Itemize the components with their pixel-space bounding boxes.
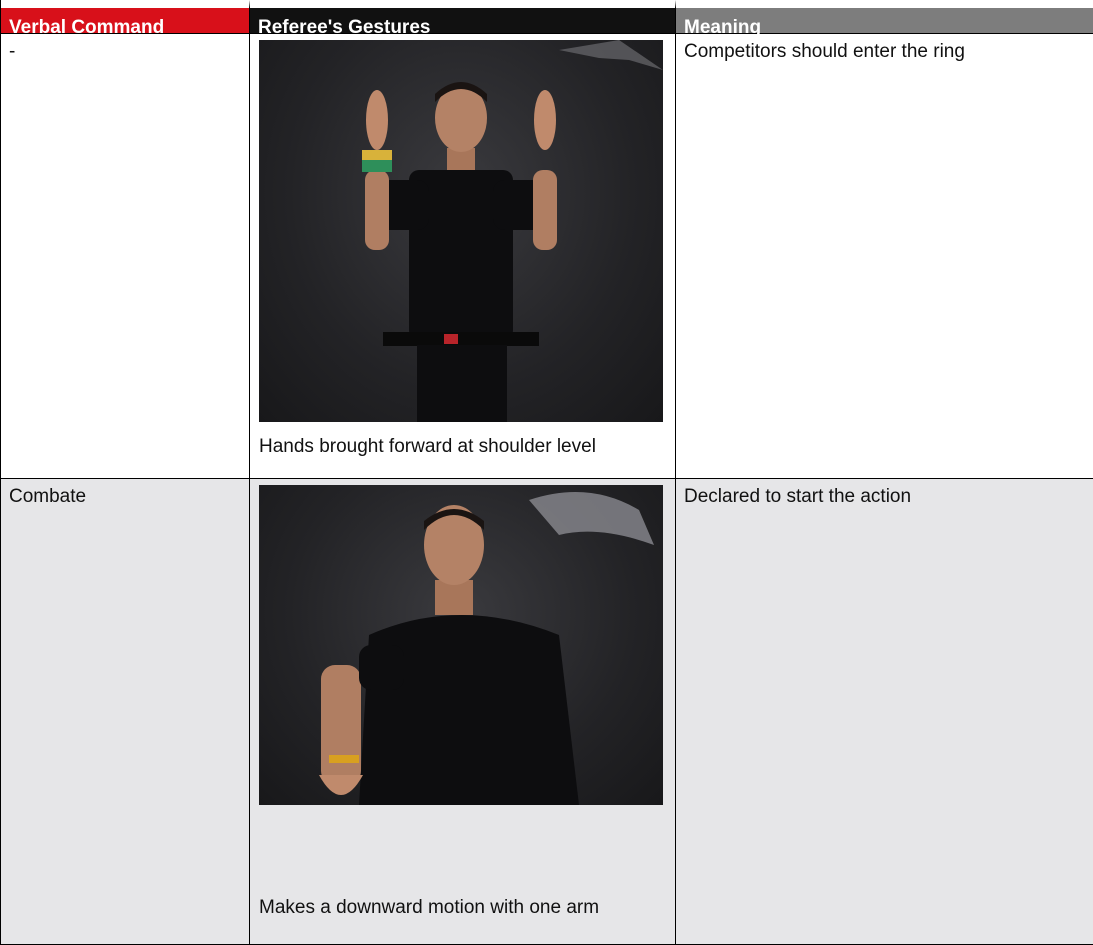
row1-meaning: Competitors should enter the ring bbox=[676, 34, 1093, 479]
row1-gesture-caption: Hands brought forward at shoulder level bbox=[259, 436, 596, 457]
row2-command: Combate bbox=[1, 479, 250, 945]
row1-gesture-cell: Hands brought forward at shoulder level bbox=[250, 34, 676, 479]
row2-gesture-caption: Makes a downward motion with one arm bbox=[259, 897, 600, 918]
referee-arm-forward-photo bbox=[259, 485, 663, 805]
row2-meaning: Declared to start the action bbox=[676, 479, 1093, 945]
row2-gesture-cell: Makes a downward motion with one arm bbox=[250, 479, 676, 945]
referee-hands-raised-photo bbox=[259, 40, 663, 422]
row1-command: - bbox=[1, 34, 250, 479]
referee-hands-raised-illustration bbox=[362, 40, 663, 422]
referee-arm-forward-illustration bbox=[319, 492, 654, 805]
header-verbal-command: Verbal Command bbox=[1, 0, 250, 38]
gesture-table: Verbal Command Referee's Gestures Meanin… bbox=[0, 0, 1093, 945]
header-meaning: Meaning bbox=[676, 0, 1093, 38]
header-referee-gestures: Referee's Gestures bbox=[250, 0, 676, 38]
